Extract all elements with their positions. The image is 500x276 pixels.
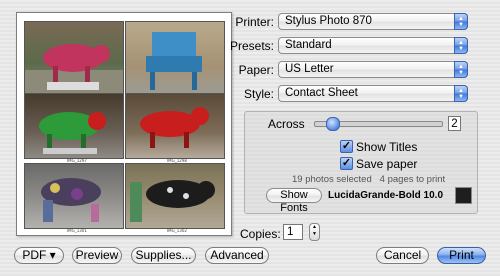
chevron-updown-icon: ▲ ▼ (454, 13, 468, 30)
print-button[interactable]: Print (437, 247, 486, 264)
blue-chair-image (146, 32, 202, 90)
stepper-down-icon[interactable]: ▼ (312, 231, 317, 237)
preview-button[interactable]: Preview (72, 247, 122, 264)
presets-popup[interactable]: Standard ▲ ▼ (278, 37, 468, 54)
across-label: Across (268, 117, 305, 131)
photo-thumbnail (125, 93, 225, 159)
save-paper-label: Save paper (356, 157, 418, 171)
stepper-up-icon[interactable]: ▲ (312, 224, 317, 230)
paper-label: Paper: (238, 63, 274, 77)
printer-popup[interactable]: Stylus Photo 870 ▲ ▼ (278, 13, 468, 30)
across-slider-thumb[interactable] (326, 117, 340, 131)
font-name: LucidaGrande-Bold 10.0 (328, 190, 444, 201)
photo-thumbnail (24, 93, 124, 159)
chevron-updown-icon: ▲ ▼ (454, 85, 468, 102)
paper-value: US Letter (285, 63, 334, 75)
font-color-swatch[interactable] (455, 187, 472, 204)
black-pig-image (130, 180, 215, 222)
cancel-button[interactable]: Cancel (376, 247, 429, 264)
print-preview-page: IMG_1293 IMG_1294 IMG_1297 IMG_1298 (16, 12, 232, 236)
photo-thumbnail (125, 21, 225, 97)
pdf-menu-button[interactable]: PDF ▾ (14, 247, 64, 264)
photo-thumbnail (24, 21, 124, 97)
show-titles-checkbox[interactable]: ✓ (340, 140, 353, 153)
copies-field[interactable]: 1 (283, 224, 303, 240)
pink-pig-image (25, 44, 123, 96)
style-popup[interactable]: Contact Sheet ▲ ▼ (278, 85, 468, 102)
red-pig-image (140, 107, 209, 148)
supplies-button[interactable]: Supplies... (131, 247, 196, 264)
show-titles-label: Show Titles (356, 140, 418, 154)
photo-thumbnail (125, 163, 225, 229)
advanced-button[interactable]: Advanced (205, 247, 269, 264)
across-field[interactable]: 2 (448, 116, 461, 131)
chevron-updown-icon: ▲ ▼ (454, 61, 468, 78)
style-value: Contact Sheet (285, 87, 358, 99)
green-pig-image (39, 112, 106, 154)
printer-value: Stylus Photo 870 (285, 15, 372, 27)
photo-thumbnail (24, 163, 124, 229)
paper-popup[interactable]: US Letter ▲ ▼ (278, 61, 468, 78)
presets-value: Standard (285, 39, 332, 51)
photo-caption: IMG_1301 (67, 228, 87, 233)
chevron-updown-icon: ▲ ▼ (454, 37, 468, 54)
printer-label: Printer: (235, 15, 274, 29)
photo-caption: IMG_1302 (167, 228, 187, 233)
painted-pig-image (41, 178, 101, 222)
save-paper-checkbox[interactable]: ✓ (340, 157, 353, 170)
show-fonts-button[interactable]: Show Fonts (266, 188, 322, 214)
presets-label: Presets: (229, 39, 274, 53)
copies-label: Copies: (240, 227, 281, 241)
print-summary: 19 photos selected 4 pages to print (292, 174, 446, 185)
style-label: Style: (243, 87, 274, 101)
copies-stepper[interactable]: ▲ ▼ (309, 223, 320, 241)
